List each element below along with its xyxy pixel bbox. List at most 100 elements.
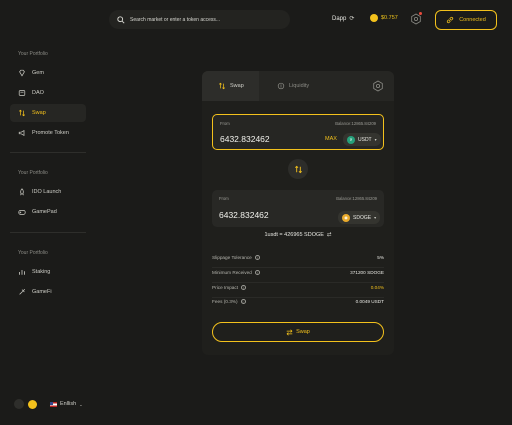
sidebar-item-promote-token[interactable]: Promote Token (10, 124, 86, 142)
divider (10, 152, 86, 153)
detail-value: 0.04% (370, 285, 384, 290)
search-placeholder: Search market or enter a token access... (130, 16, 221, 23)
refresh-icon: ⟳ (349, 16, 355, 22)
detail-row: Minimum Received i 371200 SDOGE (212, 270, 384, 280)
detail-row: Fees (0.3%) i 0.0049 USDT (212, 299, 384, 309)
swap-settings-icon[interactable] (372, 80, 384, 92)
from-amount-input[interactable]: 6432.832462 (220, 134, 270, 144)
balance-value: $0.757 (381, 15, 398, 21)
sidebar: Your Portfolio Gem DAO Swap Promote Toke… (0, 40, 90, 425)
swap-icon (18, 109, 26, 117)
info-icon[interactable]: i (254, 270, 260, 275)
divider (10, 232, 86, 233)
caret-down-icon: ▾ (374, 215, 377, 220)
sidebar-item-gem[interactable]: Gem (10, 64, 86, 82)
sidebar-item-ido-launch[interactable]: IDO Launch (10, 183, 86, 201)
sidebar-item-swap[interactable]: Swap (10, 104, 86, 122)
coin-icon (370, 14, 378, 22)
staking-icon (19, 270, 25, 275)
search-input[interactable]: Search market or enter a token access... (109, 10, 290, 29)
sidebar-item-label: Staking (32, 269, 51, 275)
theme-toggle[interactable] (14, 399, 37, 409)
to-amount-input[interactable]: 6432.832462 (219, 210, 269, 220)
sidebar-item-label: Gem (32, 70, 44, 76)
switch-direction-button[interactable] (288, 159, 308, 179)
moon-icon (14, 399, 24, 409)
link-icon (447, 16, 454, 24)
wallet-balance: $0.757 (370, 14, 398, 22)
sidebar-item-label: DAO (32, 90, 44, 96)
section-title: Your Portfolio (18, 250, 48, 256)
diamond-icon (19, 69, 25, 77)
sidebar-item-staking[interactable]: Staking (10, 263, 86, 281)
swap-panel: Swap Liquidity From Balance:12865.84209 … (202, 71, 394, 355)
swap-button-label: Swap (296, 329, 310, 335)
connect-label: Connected (459, 17, 486, 23)
rocket-icon (20, 188, 24, 196)
to-label: From (219, 196, 229, 201)
detail-label: Slippage Tolerance (212, 255, 252, 260)
tab-liquidity[interactable]: Liquidity (277, 71, 309, 101)
rate-text: 1usdt = 426965 SDOGE (264, 232, 324, 238)
tab-label: Liquidity (289, 83, 310, 89)
chevron-down-icon: ⌄ (79, 401, 83, 407)
detail-value: 0.0049 USDT (355, 299, 384, 304)
caret-down-icon: ▾ (374, 137, 377, 142)
from-token-symbol: USDT (358, 136, 372, 143)
gamepad-icon (18, 210, 26, 215)
swap-button[interactable]: Swap (212, 322, 384, 342)
info-icon[interactable]: i (254, 255, 260, 260)
sidebar-item-gamepad[interactable]: GamePad (10, 203, 86, 221)
swap-icon (218, 82, 226, 90)
divider (212, 282, 384, 283)
swap-icon (286, 328, 293, 336)
sidebar-item-label: IDO Launch (32, 189, 62, 195)
usdt-token-icon: ₮ (347, 135, 355, 144)
max-button[interactable]: MAX (325, 136, 337, 142)
us-flag-icon (50, 401, 57, 407)
from-label: From (220, 121, 230, 126)
detail-row: Price Impact i 0.04% (212, 285, 384, 295)
search-icon (117, 15, 125, 24)
sidebar-item-label: Swap (32, 110, 46, 116)
detail-value: 371200 SDOGE (350, 270, 384, 275)
detail-value: 5% (377, 255, 384, 260)
to-token-box[interactable]: From Balance:12865.84209 6432.832462 ◉ S… (212, 190, 384, 227)
to-token-selector[interactable]: ◉ SDOGE ▾ (338, 211, 381, 224)
sidebar-item-label: Promote Token (32, 130, 69, 136)
sidebar-item-dao[interactable]: DAO (10, 84, 86, 102)
to-balance: Balance:12865.84209 (336, 196, 377, 201)
to-token-symbol: SDOGE (353, 214, 372, 221)
sdoge-token-icon: ◉ (342, 213, 350, 222)
from-token-box[interactable]: From Balance:12865.84209 6432.832462 MAX… (212, 114, 384, 150)
megaphone-icon (18, 129, 25, 137)
info-icon[interactable]: i (240, 299, 246, 304)
divider (212, 297, 384, 298)
sidebar-item-label: GamePad (32, 209, 57, 215)
invert-rate-icon[interactable]: ⇄ (327, 232, 332, 238)
from-token-selector[interactable]: ₮ USDT ▾ (343, 133, 381, 146)
section-title: Your Portfolio (18, 170, 48, 176)
sidebar-item-gamefi[interactable]: GameFi (10, 283, 86, 301)
divider (212, 267, 384, 268)
tab-label: Swap (230, 83, 244, 89)
language-selector[interactable]: Enllish ⌄ (50, 401, 83, 407)
info-icon[interactable]: i (241, 285, 247, 290)
detail-label: Minimum Received (212, 270, 252, 275)
from-balance: Balance:12865.84209 (335, 121, 376, 126)
tab-swap[interactable]: Swap (202, 71, 259, 101)
detail-row: Slippage Tolerance i 5% (212, 255, 384, 265)
tab-bar: Swap Liquidity (202, 71, 394, 101)
network-selector[interactable]: Dapp ⟳ (332, 15, 355, 23)
gamefi-icon (19, 288, 26, 295)
dao-icon (18, 90, 26, 96)
sun-icon (28, 399, 37, 409)
top-bar: Search market or enter a token access...… (0, 0, 512, 40)
detail-label: Price Impact (212, 285, 239, 290)
network-label: Dapp (332, 15, 347, 22)
sidebar-item-label: GameFi (32, 289, 52, 295)
language-label: Enllish (60, 401, 77, 407)
notification-dot (419, 12, 422, 15)
connect-wallet-button[interactable]: Connected (435, 10, 497, 30)
swap-direction-icon (294, 165, 302, 173)
